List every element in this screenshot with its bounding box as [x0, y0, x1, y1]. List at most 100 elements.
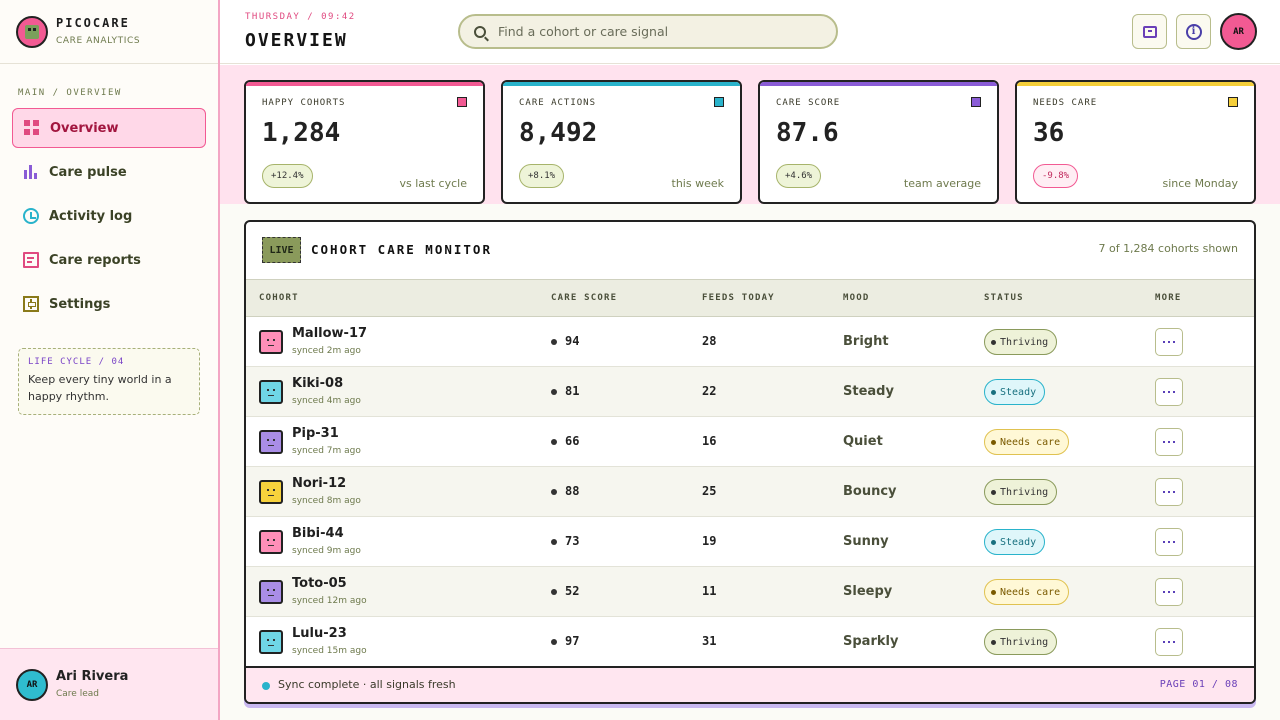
column-header-status[interactable]: STATUS	[984, 293, 1024, 303]
cohort-name[interactable]: Mallow-17	[292, 326, 367, 341]
column-header-cohort[interactable]: COHORT	[259, 293, 299, 303]
cohort-name[interactable]: Kiki-08	[292, 376, 343, 391]
table-row[interactable]: Kiki-08 synced 4m ago 81 22 Steady Steady	[246, 367, 1254, 417]
stat-accent-bar	[760, 82, 997, 86]
mood: Sunny	[843, 534, 889, 549]
page-title: OVERVIEW	[245, 30, 348, 51]
table-row[interactable]: Nori-12 synced 8m ago 88 25 Bouncy Thriving	[246, 467, 1254, 517]
more-button[interactable]	[1155, 628, 1183, 656]
info-button[interactable]: i	[1176, 14, 1211, 49]
sidebar-item-care-pulse[interactable]: Care pulse	[12, 152, 206, 192]
more-button[interactable]	[1155, 528, 1183, 556]
cohort-synced: synced 9m ago	[292, 546, 361, 556]
settings-icon	[23, 296, 39, 312]
sidebar-item-care-reports[interactable]: Care reports	[12, 240, 206, 280]
table-row[interactable]: Lulu-23 synced 15m ago 97 31 Sparkly Thriving	[246, 617, 1254, 667]
mood: Quiet	[843, 434, 883, 449]
avatar[interactable]: AR	[16, 669, 48, 701]
stat-delta: +4.6%	[776, 164, 822, 188]
column-header-mood[interactable]: MOOD	[843, 293, 869, 303]
sidebar-item-label: Overview	[50, 120, 119, 136]
sync-status-text: Sync complete · all signals fresh	[278, 678, 456, 691]
column-header-feeds-today[interactable]: FEEDS TODAY	[702, 293, 775, 303]
more-button[interactable]	[1155, 428, 1183, 456]
status-badge: Needs care	[984, 579, 1070, 605]
table-row[interactable]: Bibi-44 synced 9m ago 73 19 Sunny Steady	[246, 517, 1254, 567]
stat-delta: +12.4%	[262, 164, 313, 188]
feeds-today: 25	[702, 484, 717, 498]
sidebar-item-overview[interactable]: Overview	[12, 108, 206, 148]
more-dots-icon	[1163, 440, 1175, 444]
brand-subtitle: CARE ANALYTICS	[56, 36, 141, 46]
search-icon	[474, 25, 486, 38]
status-label: Needs care	[1000, 586, 1061, 598]
table-row[interactable]: Pip-31 synced 7m ago 66 16 Quiet Needs care	[246, 417, 1254, 467]
cohort-name[interactable]: Lulu-23	[292, 626, 347, 641]
cohort-synced: synced 4m ago	[292, 396, 361, 406]
stat-color-square	[714, 97, 724, 107]
cohort-avatar	[259, 630, 283, 654]
pagination[interactable]: PAGE 01 / 08	[1160, 679, 1238, 690]
more-button[interactable]	[1155, 578, 1183, 606]
status-label: Steady	[1000, 536, 1037, 548]
stat-card-happy-cohorts[interactable]: HAPPY COHORTS 1,284 +12.4% vs last cycle	[244, 80, 485, 204]
brand-logo[interactable]	[16, 16, 48, 48]
score-dot-icon	[551, 439, 557, 445]
panel-title: COHORT CARE MONITOR	[311, 242, 492, 257]
stat-card-care-actions[interactable]: CARE ACTIONS 8,492 +8.1% this week	[501, 80, 742, 204]
brand: PICOCARE CARE ANALYTICS	[0, 0, 218, 64]
score-dot-icon	[551, 589, 557, 595]
cohort-name[interactable]: Nori-12	[292, 476, 346, 491]
score-dot-icon	[551, 389, 557, 395]
cohort-name[interactable]: Toto-05	[292, 576, 347, 591]
more-button[interactable]	[1155, 328, 1183, 356]
avatar[interactable]: AR	[1220, 13, 1257, 50]
life-cycle-title: LIFE CYCLE / 04	[28, 357, 125, 367]
clock-icon	[23, 208, 39, 224]
messages-button[interactable]	[1132, 14, 1167, 49]
user-role: Care lead	[56, 689, 99, 699]
stat-note: vs last cycle	[399, 177, 467, 190]
life-cycle-text: Keep every tiny world in a happy rhythm.	[28, 373, 172, 403]
more-button[interactable]	[1155, 478, 1183, 506]
mood: Steady	[843, 384, 894, 399]
search-bar[interactable]	[458, 14, 838, 49]
cohort-avatar	[259, 480, 283, 504]
stat-note: this week	[671, 177, 724, 190]
stat-accent-bar	[1017, 82, 1254, 86]
cohort-name[interactable]: Bibi-44	[292, 526, 344, 541]
table-row[interactable]: Toto-05 synced 12m ago 52 11 Sleepy Needs car…	[246, 567, 1254, 617]
life-cycle-card: LIFE CYCLE / 04 Keep every tiny world in…	[18, 348, 200, 415]
more-dots-icon	[1163, 340, 1175, 344]
stat-card-needs-care[interactable]: NEEDS CARE 36 -9.8% since Monday	[1015, 80, 1256, 204]
more-button[interactable]	[1155, 378, 1183, 406]
stat-color-square	[1228, 97, 1238, 107]
cohort-name[interactable]: Pip-31	[292, 426, 339, 441]
sidebar-item-label: Care pulse	[49, 164, 127, 180]
sync-status-dot	[262, 682, 270, 690]
sidebar-item-label: Settings	[49, 296, 111, 312]
chat-icon	[1142, 25, 1157, 38]
column-header-more: MORE	[1155, 293, 1182, 303]
sidebar-item-settings[interactable]: Settings	[12, 284, 206, 324]
mood: Sleepy	[843, 584, 893, 599]
table-row[interactable]: Mallow-17 synced 2m ago 94 28 Bright Thriving	[246, 317, 1254, 367]
stat-value: 36	[1033, 118, 1065, 148]
status-badge: Thriving	[984, 329, 1058, 355]
cohort-synced: synced 7m ago	[292, 446, 361, 456]
sidebar: PICOCARE CARE ANALYTICS MAIN / OVERVIEW …	[0, 0, 220, 720]
user-profile[interactable]: AR Ari Rivera Care lead	[0, 648, 218, 720]
top-header: THURSDAY / 09:42 OVERVIEW i AR	[220, 0, 1280, 64]
panel-header: LIVE COHORT CARE MONITOR 7 of 1,284 coho…	[246, 222, 1254, 280]
cohort-synced: synced 15m ago	[292, 646, 367, 656]
stat-card-care-score[interactable]: CARE SCORE 87.6 +4.6% team average	[758, 80, 999, 204]
sidebar-item-activity-log[interactable]: Activity log	[12, 196, 206, 236]
cohort-avatar	[259, 380, 283, 404]
user-name: Ari Rivera	[56, 669, 129, 684]
search-input[interactable]	[498, 24, 818, 39]
table-header: COHORT CARE SCORE FEEDS TODAY MOOD STATU…	[246, 279, 1254, 317]
column-header-care-score[interactable]: CARE SCORE	[551, 293, 617, 303]
score-dot-icon	[551, 639, 557, 645]
cohort-avatar	[259, 430, 283, 454]
status-label: Needs care	[1000, 436, 1061, 448]
